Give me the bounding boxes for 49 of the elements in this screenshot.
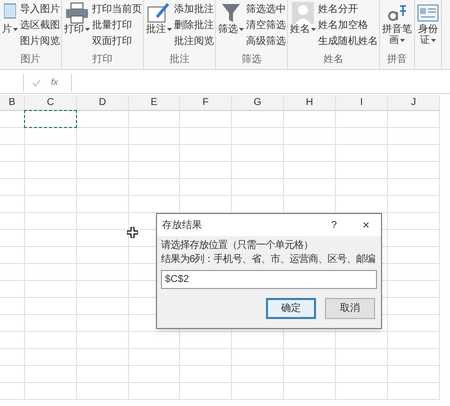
dialog-prompt: 请选择存放位置（只需一个单元格） — [161, 239, 313, 253]
ribbon-item[interactable]: 姓名加空格 — [318, 18, 378, 33]
ribbon-large-button[interactable]: 批注 — [145, 2, 173, 54]
ribbon-item[interactable]: 打印当前页 — [92, 2, 142, 17]
ribbon-large-button[interactable]: 身份 证 — [416, 2, 440, 54]
column-header[interactable]: B — [0, 95, 24, 111]
group-label: 姓名 — [322, 54, 344, 66]
ribbon-large-button[interactable]: 拼音笔 画 — [381, 2, 413, 54]
dialog-title: 存放结果 — [162, 218, 203, 232]
ribbon-item[interactable]: 添加批注 — [174, 2, 214, 17]
ribbon-item[interactable]: 批量打印 — [92, 18, 142, 33]
group-label: 筛选 — [240, 54, 262, 66]
column-header[interactable]: I — [336, 95, 387, 111]
dialog-prompt: 结果为6列：手机号、省、市、运营商、区号、邮编 — [161, 253, 376, 267]
group-label: 打印 — [92, 54, 114, 66]
ribbon-large-button[interactable]: 片 — [1, 2, 19, 54]
close-button[interactable]: × — [356, 216, 376, 234]
ribbon-large-button[interactable]: 筛选 — [217, 2, 245, 54]
ribbon-item[interactable]: 清空筛选 — [246, 18, 286, 33]
group-label: 图片 — [20, 54, 42, 66]
dialog-button[interactable]: 取消 — [325, 298, 375, 319]
check-icon — [32, 78, 41, 86]
ribbon-item[interactable]: 生成随机姓名 — [318, 34, 378, 49]
column-header[interactable]: F — [180, 95, 231, 111]
ribbon-item[interactable]: 筛选选中 — [246, 2, 286, 17]
ribbon-item[interactable]: 删除批注 — [174, 18, 214, 33]
ribbon-large-button[interactable]: 打印 — [63, 2, 91, 54]
fx-label: fx — [51, 76, 60, 89]
dialog-button[interactable]: 确定 — [266, 298, 316, 319]
column-header[interactable]: H — [284, 95, 335, 111]
ribbon-item[interactable]: 选区截图 — [20, 18, 60, 33]
column-header[interactable]: E — [129, 95, 179, 111]
group-label: 拼音 — [386, 54, 408, 66]
ribbon-item[interactable]: 批注阅览 — [174, 34, 214, 49]
column-header[interactable]: G — [232, 95, 283, 111]
cell-reference-field[interactable]: $C$2 — [161, 270, 377, 289]
column-header[interactable]: C — [25, 95, 76, 111]
ribbon-item[interactable]: 姓名分开 — [318, 2, 378, 17]
help-button[interactable]: ? — [324, 218, 344, 232]
column-header[interactable]: D — [77, 95, 128, 111]
column-header[interactable]: J — [388, 95, 439, 111]
ribbon-item[interactable]: 图片阅览 — [20, 34, 60, 49]
group-label: 批注 — [168, 54, 190, 66]
ribbon-large-button[interactable]: 姓名 — [289, 2, 317, 54]
filter-icon — [221, 2, 241, 24]
ribbon-item[interactable]: 高级筛选 — [246, 34, 286, 49]
ribbon-item[interactable]: 导入图片 — [20, 2, 60, 17]
ribbon-item[interactable]: 双面打印 — [92, 34, 142, 49]
cross-cursor-icon — [127, 227, 138, 238]
